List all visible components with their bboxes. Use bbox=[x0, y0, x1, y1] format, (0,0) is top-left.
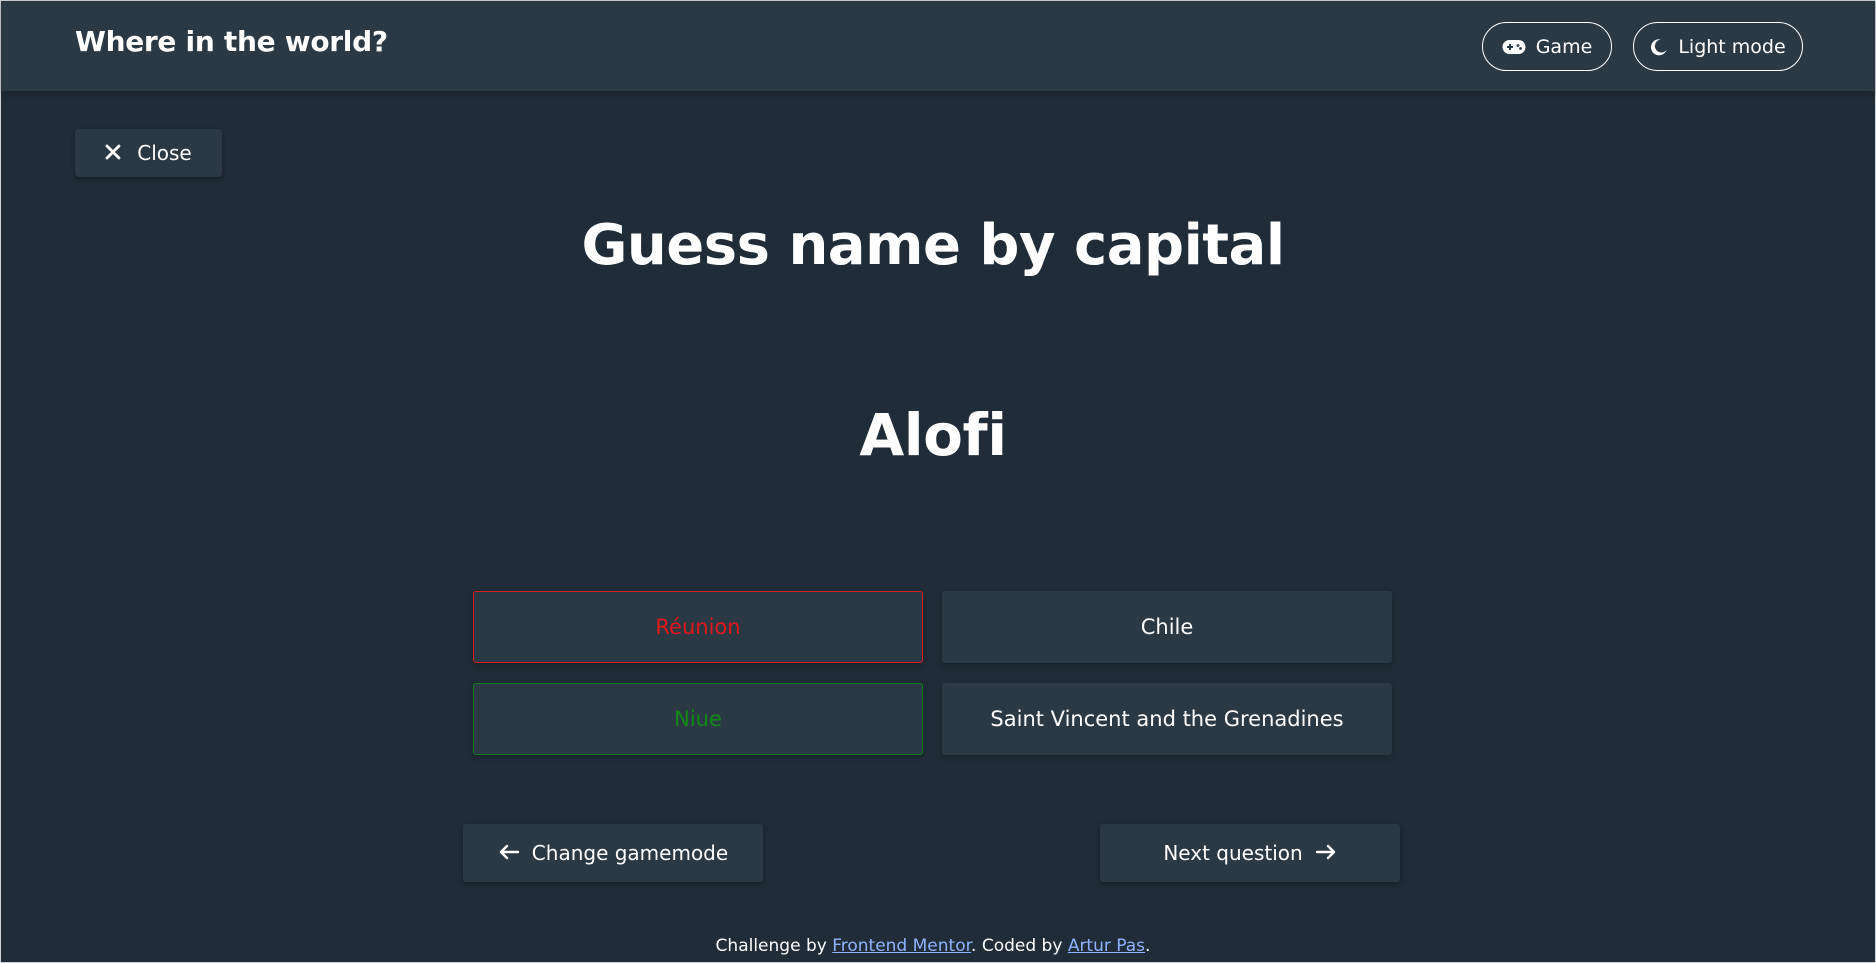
game-button-label: Game bbox=[1535, 35, 1593, 58]
capital-name: Alofi bbox=[859, 401, 1007, 469]
footer-middle: . Coded by bbox=[971, 936, 1063, 956]
answer-option[interactable]: Chile bbox=[942, 591, 1392, 663]
answer-option-correct[interactable]: Niue bbox=[473, 683, 923, 755]
footer-suffix: . bbox=[1145, 936, 1151, 956]
answer-option-wrong[interactable]: Réunion bbox=[473, 591, 923, 663]
theme-toggle-button[interactable]: Light mode bbox=[1633, 22, 1803, 71]
close-button[interactable]: Close bbox=[75, 129, 222, 177]
arrow-left-icon bbox=[498, 841, 520, 865]
quiz-heading: Guess name by capital bbox=[581, 213, 1285, 278]
next-question-button[interactable]: Next question bbox=[1100, 824, 1400, 882]
footer-prefix: Challenge by bbox=[715, 936, 827, 956]
footer-attribution: Challenge by Frontend Mentor. Coded by A… bbox=[1, 936, 1865, 956]
game-button[interactable]: Game bbox=[1482, 22, 1612, 71]
close-icon bbox=[105, 141, 121, 165]
author-link[interactable]: Artur Pas bbox=[1068, 936, 1145, 956]
page: Where in the world? Game Light mode Clos… bbox=[0, 0, 1876, 963]
answer-option[interactable]: Saint Vincent and the Grenadines bbox=[942, 683, 1392, 755]
moon-icon bbox=[1650, 38, 1668, 56]
next-question-label: Next question bbox=[1163, 841, 1303, 865]
gamepad-icon bbox=[1502, 39, 1526, 55]
change-gamemode-button[interactable]: Change gamemode bbox=[463, 824, 763, 882]
theme-toggle-label: Light mode bbox=[1678, 35, 1786, 58]
app-header: Where in the world? Game Light mode bbox=[1, 1, 1875, 91]
arrow-right-icon bbox=[1315, 841, 1337, 865]
change-gamemode-label: Change gamemode bbox=[531, 841, 729, 865]
frontend-mentor-link[interactable]: Frontend Mentor bbox=[832, 936, 971, 956]
app-title: Where in the world? bbox=[75, 25, 388, 58]
close-button-label: Close bbox=[137, 141, 192, 165]
